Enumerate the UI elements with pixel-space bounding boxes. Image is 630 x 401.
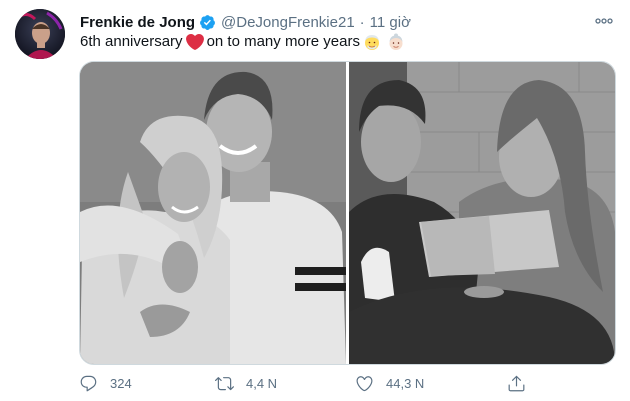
couple-portrait-photo xyxy=(80,62,346,364)
tweet-timestamp[interactable]: 11 giờ xyxy=(370,14,411,31)
heart-icon xyxy=(356,375,373,391)
like-count: 44,3 N xyxy=(386,375,425,391)
avatar[interactable] xyxy=(15,9,65,59)
more-horizontal-icon xyxy=(595,18,613,24)
share-button[interactable] xyxy=(507,372,538,394)
tweet-text-part2: on to many more years xyxy=(206,33,360,50)
tweet-header: Frenkie de Jong @DeJongFrenkie21 · 11 gi… xyxy=(80,12,411,32)
tweet-text: 6th anniversary on to many more years xyxy=(80,32,408,52)
older-man-icon xyxy=(363,33,381,51)
more-options-button[interactable] xyxy=(592,12,616,30)
red-heart-icon xyxy=(185,33,204,51)
reply-button[interactable]: 324 xyxy=(79,372,132,394)
author-handle[interactable]: @DeJongFrenkie21 xyxy=(221,14,355,31)
tweet-card[interactable]: Frenkie de Jong @DeJongFrenkie21 · 11 gi… xyxy=(0,0,630,401)
retweet-button[interactable]: 4,4 N xyxy=(215,372,277,394)
separator-dot: · xyxy=(359,13,365,31)
couple-reading-photo xyxy=(349,62,615,364)
tweet-text-part1: 6th anniversary xyxy=(80,33,183,50)
retweet-count: 4,4 N xyxy=(246,375,278,391)
tweet-actions: 324 4,4 N 44,3 N xyxy=(79,372,529,394)
tweet-media[interactable] xyxy=(79,61,616,365)
share-icon xyxy=(508,375,525,391)
older-woman-icon xyxy=(387,33,405,51)
avatar-photo xyxy=(15,9,65,59)
author-name[interactable]: Frenkie de Jong xyxy=(80,14,195,31)
reply-icon xyxy=(80,375,97,391)
photo-right[interactable] xyxy=(349,62,615,364)
like-button[interactable]: 44,3 N xyxy=(355,372,424,394)
reply-count: 324 xyxy=(110,375,132,391)
retweet-icon xyxy=(215,376,234,390)
photo-left[interactable] xyxy=(80,62,346,364)
verified-badge-icon xyxy=(199,14,216,31)
